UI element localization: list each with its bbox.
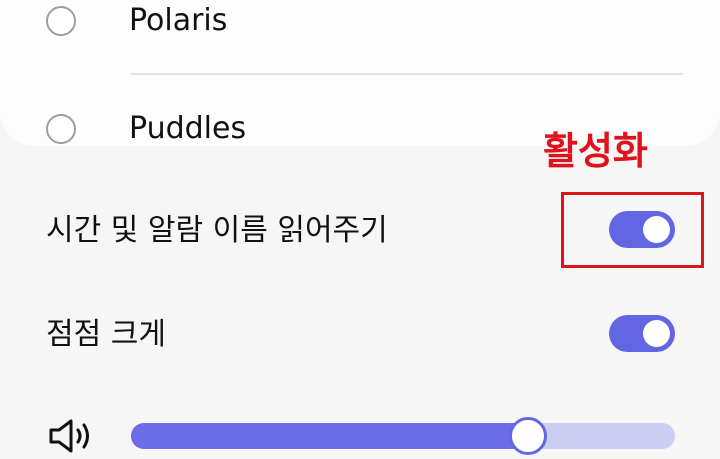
ringtone-option-label: Puddles [129,111,247,146]
slider-thumb[interactable] [509,417,547,455]
slider-fill [131,423,528,449]
speaker-icon[interactable] [48,417,98,455]
radio-button[interactable] [46,6,76,36]
ringtone-option-label: Polaris [129,3,228,38]
read-time-alarm-name-label: 시간 및 알람 이름 읽어주기 [46,213,388,248]
toggle-knob [643,320,670,347]
ringtone-option-polaris[interactable]: Polaris [0,0,720,51]
gradual-volume-label: 점점 크게 [46,317,166,352]
highlight-box [561,192,704,268]
volume-slider[interactable] [131,417,675,455]
gradual-volume-toggle[interactable] [609,315,675,352]
activation-annotation-label: 활성화 [543,129,648,173]
list-divider [131,73,683,75]
radio-button[interactable] [46,114,76,144]
